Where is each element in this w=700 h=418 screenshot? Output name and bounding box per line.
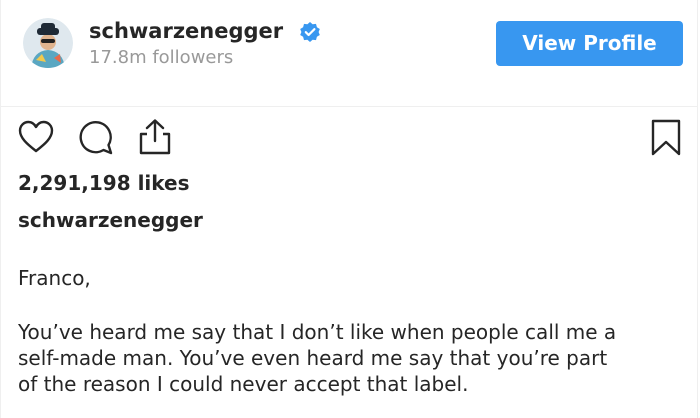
caption-line: self-made man. You’ve even heard me say … — [18, 346, 608, 370]
caption-line: You’ve heard me say that I don’t like wh… — [18, 320, 617, 344]
caption-line: Franco, — [18, 266, 91, 290]
avatar-image — [23, 18, 73, 68]
instagram-post-card: schwarzenegger 17.8m followers View Prof… — [0, 0, 698, 418]
likes-count[interactable]: 2,291,198 likes — [18, 171, 190, 195]
follower-count: 17.8m followers — [89, 47, 234, 68]
heart-icon[interactable] — [18, 120, 54, 154]
caption-username[interactable]: schwarzenegger — [18, 208, 203, 232]
verified-badge-icon — [300, 22, 320, 42]
caption-line: of the reason I could never accept that … — [18, 372, 469, 396]
comment-icon[interactable] — [78, 119, 114, 155]
avatar[interactable] — [23, 18, 73, 68]
bookmark-icon[interactable] — [649, 119, 683, 157]
view-profile-button[interactable]: View Profile — [496, 21, 683, 66]
profile-username[interactable]: schwarzenegger — [89, 19, 283, 43]
post-header: schwarzenegger 17.8m followers View Prof… — [1, 0, 697, 107]
share-icon[interactable] — [138, 118, 172, 156]
